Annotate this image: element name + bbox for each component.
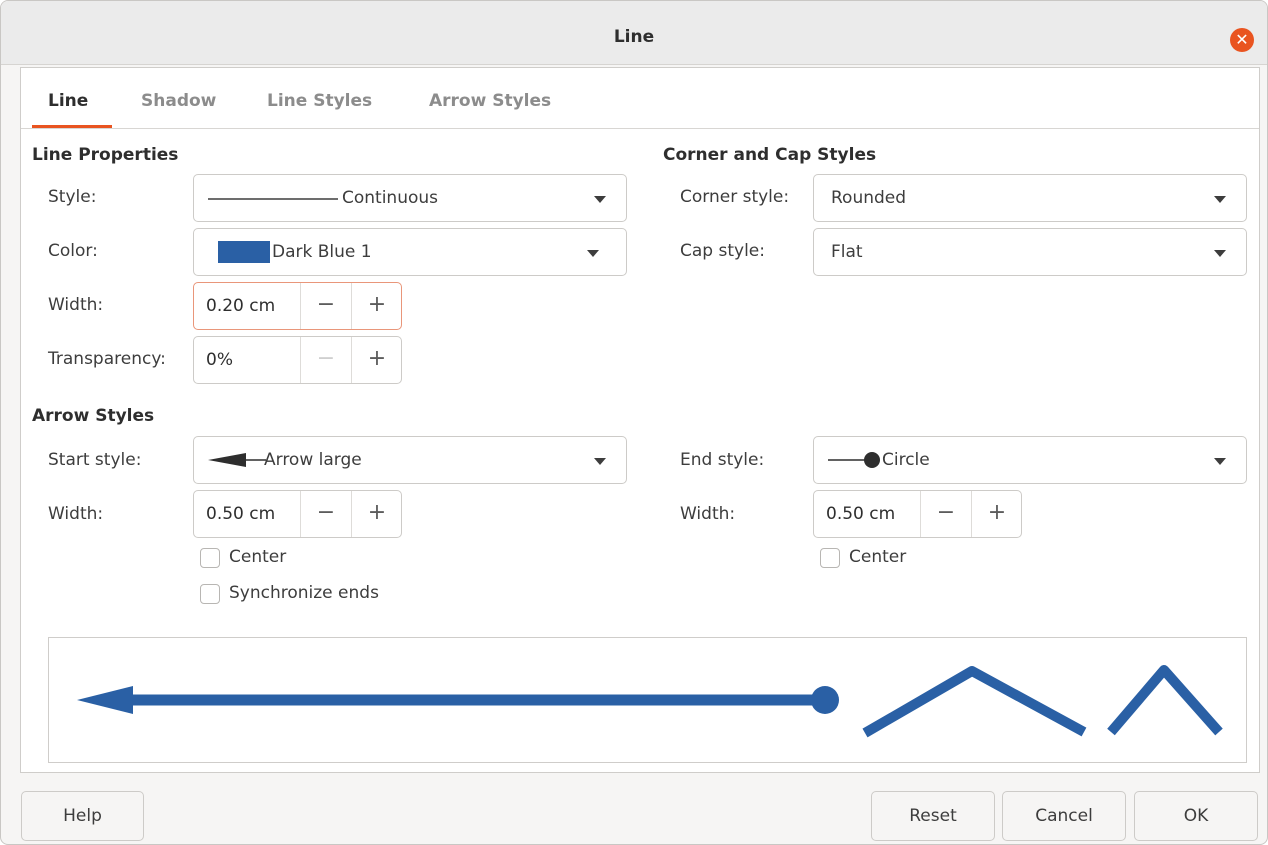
arrow-large-icon	[208, 453, 266, 467]
transparency-spinbox[interactable]: 0% − +	[193, 336, 402, 384]
tab-arrow-styles[interactable]: Arrow Styles	[429, 91, 551, 111]
close-button[interactable]: ✕	[1230, 28, 1254, 52]
start-width-increase-button[interactable]: +	[351, 491, 402, 537]
end-center-label[interactable]: Center	[849, 547, 906, 567]
line-properties-heading: Line Properties	[32, 145, 179, 165]
start-center-checkbox[interactable]	[200, 548, 220, 568]
transparency-value[interactable]: 0%	[206, 350, 233, 370]
color-label: Color:	[48, 241, 98, 261]
continuous-line-icon	[208, 198, 338, 200]
tab-shadow[interactable]: Shadow	[141, 91, 216, 111]
preview-corner-wide	[862, 666, 1087, 738]
chevron-down-icon	[594, 458, 606, 465]
line-width-spinbox[interactable]: 0.20 cm − +	[193, 282, 402, 330]
start-width-label: Width:	[48, 504, 104, 524]
end-width-label: Width:	[680, 504, 736, 524]
end-style-dropdown[interactable]: Circle	[813, 436, 1247, 484]
end-style-value: Circle	[882, 450, 930, 470]
corner-style-value: Rounded	[831, 188, 907, 208]
cap-style-label: Cap style:	[680, 241, 765, 261]
line-width-value[interactable]: 0.20 cm	[206, 296, 275, 316]
start-center-label[interactable]: Center	[229, 547, 286, 567]
preview-corner-narrow	[1107, 665, 1223, 736]
line-dialog: Line ✕ Line Shadow Line Styles Arrow Sty…	[0, 0, 1268, 845]
line-style-dropdown[interactable]: Continuous	[193, 174, 627, 222]
arrow-styles-heading: Arrow Styles	[32, 406, 155, 426]
circle-end-icon	[828, 452, 880, 468]
end-style-label: End style:	[680, 450, 765, 470]
chevron-down-icon	[1214, 250, 1226, 257]
dialog-title: Line	[613, 27, 655, 47]
ok-button[interactable]: OK	[1134, 791, 1258, 841]
start-style-value: Arrow large	[264, 450, 362, 470]
line-preview	[48, 637, 1247, 763]
style-label: Style:	[48, 187, 97, 207]
color-swatch	[218, 241, 270, 263]
line-width-increase-button[interactable]: +	[351, 283, 402, 329]
tab-line[interactable]: Line	[48, 91, 88, 111]
width-label: Width:	[48, 295, 104, 315]
cancel-button[interactable]: Cancel	[1002, 791, 1126, 841]
start-style-label: Start style:	[48, 450, 142, 470]
line-color-dropdown[interactable]: Dark Blue 1	[193, 228, 627, 276]
corner-style-dropdown[interactable]: Rounded	[813, 174, 1247, 222]
end-width-spinbox[interactable]: 0.50 cm − +	[813, 490, 1022, 538]
end-width-value[interactable]: 0.50 cm	[826, 504, 895, 524]
title-bar: Line ✕	[1, 1, 1267, 65]
start-style-dropdown[interactable]: Arrow large	[193, 436, 627, 484]
line-style-value: Continuous	[342, 188, 439, 208]
tabs-separator	[21, 128, 1259, 129]
line-preview-graphic	[77, 665, 1223, 738]
end-center-checkbox[interactable]	[820, 548, 840, 568]
chevron-down-icon	[594, 196, 606, 203]
line-color-value: Dark Blue 1	[272, 242, 372, 262]
start-width-spinbox[interactable]: 0.50 cm − +	[193, 490, 402, 538]
preview-arrow-head	[77, 686, 133, 714]
chevron-down-icon	[587, 250, 599, 257]
chevron-down-icon	[1214, 458, 1226, 465]
help-button[interactable]: Help	[21, 791, 144, 841]
synchronize-ends-checkbox[interactable]	[200, 584, 220, 604]
close-icon: ✕	[1235, 30, 1249, 49]
end-width-decrease-button[interactable]: −	[920, 491, 971, 537]
line-width-decrease-button[interactable]: −	[300, 283, 351, 329]
transparency-label: Transparency:	[48, 349, 166, 369]
transparency-decrease-button[interactable]: −	[300, 337, 351, 383]
synchronize-ends-label[interactable]: Synchronize ends	[229, 583, 379, 603]
end-width-increase-button[interactable]: +	[971, 491, 1022, 537]
start-width-decrease-button[interactable]: −	[300, 491, 351, 537]
corner-style-label: Corner style:	[680, 187, 790, 207]
cap-style-dropdown[interactable]: Flat	[813, 228, 1247, 276]
transparency-increase-button[interactable]: +	[351, 337, 402, 383]
cap-style-value: Flat	[831, 242, 863, 262]
corner-cap-heading: Corner and Cap Styles	[663, 145, 877, 165]
start-width-value[interactable]: 0.50 cm	[206, 504, 275, 524]
reset-button[interactable]: Reset	[871, 791, 995, 841]
chevron-down-icon	[1214, 196, 1226, 203]
tab-line-styles[interactable]: Line Styles	[267, 91, 372, 111]
preview-circle-end	[811, 686, 839, 714]
